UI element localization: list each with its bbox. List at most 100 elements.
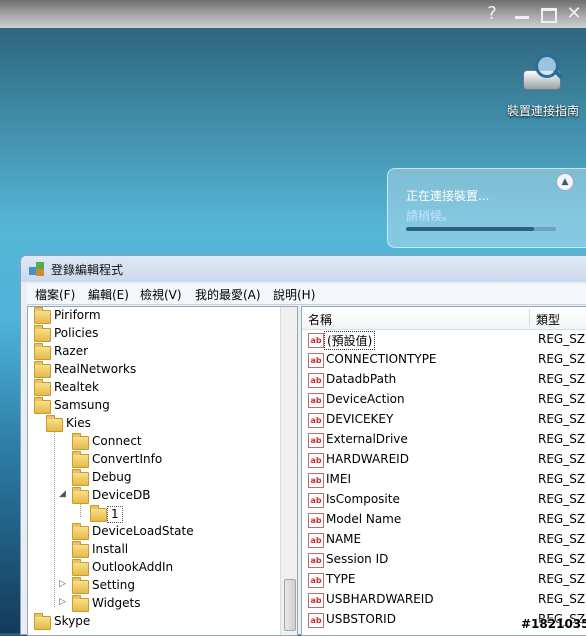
tree-item[interactable]: Kies xyxy=(28,415,278,433)
string-value-icon: ab xyxy=(308,433,324,448)
value-row[interactable]: ab HARDWAREID REG_SZ xyxy=(302,450,586,470)
value-name: DEVICEKEY xyxy=(326,412,394,426)
registry-value-list: 名稱 類型 ab (預設值) REG_SZ ab CONNECTIONTYPE REG_S… xyxy=(301,306,586,636)
folder-icon xyxy=(46,415,63,432)
tree-item-label: Debug xyxy=(92,470,132,484)
connection-status-text: 正在連接裝置... xyxy=(406,189,490,203)
minimize-icon xyxy=(515,16,529,19)
tree-item[interactable]: Skype xyxy=(28,613,278,631)
connection-notification: ▲ 正在連接裝置... 請稍候。 xyxy=(387,168,586,248)
tree-item[interactable]: ▷ Setting xyxy=(28,577,278,595)
value-row[interactable]: ab IMEI REG_SZ xyxy=(302,470,586,490)
menu-file[interactable]: 檔案(F) xyxy=(35,286,75,303)
value-type: REG_SZ xyxy=(538,352,586,366)
tree-item[interactable]: ▷ Widgets xyxy=(28,595,278,613)
eject-icon[interactable]: ▲ xyxy=(556,173,574,191)
string-value-icon: ab xyxy=(308,453,324,468)
window-title: 登錄編輯程式 xyxy=(51,263,124,277)
background-title-bar: ? ✕ xyxy=(0,0,586,28)
folder-icon xyxy=(34,379,51,396)
drive-search-icon xyxy=(523,52,563,96)
value-name: USBHARDWAREID xyxy=(326,592,434,606)
string-value-icon: ab xyxy=(308,513,324,528)
value-row[interactable]: ab Model Name REG_SZ xyxy=(302,510,586,530)
tree-item[interactable]: ◢ DeviceDB xyxy=(28,487,278,505)
tree-item[interactable]: Policies xyxy=(28,325,278,343)
folder-icon xyxy=(34,397,51,414)
device-connection-guide[interactable]: 裝置連接指南 xyxy=(500,52,586,119)
value-name: DeviceAction xyxy=(326,392,405,406)
column-header-name[interactable]: 名稱 xyxy=(308,311,332,328)
value-name: IsComposite xyxy=(326,492,400,506)
value-row[interactable]: ab Session ID REG_SZ xyxy=(302,550,586,570)
value-type: REG_SZ xyxy=(538,512,586,526)
close-button[interactable]: ✕ xyxy=(562,2,586,26)
tree-item[interactable]: Debug xyxy=(28,469,278,487)
guide-label: 裝置連接指南 xyxy=(506,104,579,118)
minimize-button[interactable] xyxy=(510,2,534,26)
expanded-arrow-icon[interactable]: ◢ xyxy=(59,489,66,499)
folder-icon xyxy=(34,325,51,342)
value-type: REG_SZ xyxy=(538,392,586,406)
tree-item-label: ConvertInfo xyxy=(92,452,163,466)
tree-item[interactable]: Piriform xyxy=(28,307,278,325)
string-value-icon: ab xyxy=(308,333,324,348)
menu-bar: 檔案(F) 編輯(E) 檢視(V) 我的最愛(A) 說明(H) xyxy=(27,284,586,305)
help-button[interactable]: ? xyxy=(480,2,504,26)
tree-item[interactable]: Realtek xyxy=(28,379,278,397)
tree-scrollbar[interactable] xyxy=(280,307,297,635)
value-row[interactable]: ab DeviceAction REG_SZ xyxy=(302,390,586,410)
value-row[interactable]: ab DatadbPath REG_SZ xyxy=(302,370,586,390)
value-name: ExternalDrive xyxy=(326,432,408,446)
column-header-type[interactable]: 類型 xyxy=(536,311,560,328)
value-type: REG_SZ xyxy=(538,412,586,426)
folder-icon xyxy=(72,487,89,504)
value-row[interactable]: ab (預設值) REG_SZ xyxy=(302,330,586,350)
menu-view[interactable]: 檢視(V) xyxy=(140,286,182,303)
wait-text: 請稍候。 xyxy=(406,209,455,223)
tree-item[interactable]: Connect xyxy=(28,433,278,451)
menu-help[interactable]: 說明(H) xyxy=(273,286,315,303)
value-name: Model Name xyxy=(326,512,402,526)
folder-icon xyxy=(72,559,89,576)
tree-item-label: Widgets xyxy=(92,596,141,610)
value-list-header: 名稱 類型 xyxy=(302,307,586,330)
string-value-icon: ab xyxy=(308,613,324,628)
tree-item[interactable]: 1 xyxy=(28,505,278,523)
menu-edit[interactable]: 編輯(E) xyxy=(88,286,129,303)
registry-key-tree: Piriform Policies Razer RealNetworks Realtek… xyxy=(27,306,298,636)
value-row[interactable]: ab CONNECTIONTYPE REG_SZ xyxy=(302,350,586,370)
value-name: HARDWAREID xyxy=(326,452,409,466)
string-value-icon: ab xyxy=(308,553,324,568)
folder-icon xyxy=(72,451,89,468)
tree-item[interactable]: DeviceLoadState xyxy=(28,523,278,541)
maximize-button[interactable] xyxy=(536,2,560,26)
value-row[interactable]: ab TYPE REG_SZ xyxy=(302,570,586,590)
regedit-title-bar[interactable]: 登錄編輯程式 xyxy=(21,256,586,282)
value-row[interactable]: ab DEVICEKEY REG_SZ xyxy=(302,410,586,430)
collapsed-arrow-icon[interactable]: ▷ xyxy=(59,597,66,607)
folder-icon xyxy=(34,361,51,378)
tree-item-label: Kies xyxy=(66,416,91,430)
value-name: NAME xyxy=(326,532,362,546)
tree-item-label: DeviceDB xyxy=(92,488,151,502)
tree-item-label: DeviceLoadState xyxy=(92,524,194,538)
tree-item[interactable]: Install xyxy=(28,541,278,559)
value-row[interactable]: ab IsComposite REG_SZ xyxy=(302,490,586,510)
folder-icon xyxy=(72,595,89,612)
tree-item[interactable]: Samsung xyxy=(28,397,278,415)
tree-item[interactable]: Razer xyxy=(28,343,278,361)
tree-item[interactable]: RealNetworks xyxy=(28,361,278,379)
value-row[interactable]: ab NAME REG_SZ xyxy=(302,530,586,550)
tree-item-label: Connect xyxy=(92,434,142,448)
tree-item-label: Policies xyxy=(54,326,99,340)
connection-progress-bar xyxy=(406,227,556,231)
watermark: #1821035 xyxy=(521,617,586,631)
menu-favorites[interactable]: 我的最愛(A) xyxy=(195,286,261,303)
tree-item[interactable]: ConvertInfo xyxy=(28,451,278,469)
tree-item[interactable]: OutlookAddIn xyxy=(28,559,278,577)
collapsed-arrow-icon[interactable]: ▷ xyxy=(59,579,66,589)
value-row[interactable]: ab USBHARDWAREID REG_SZ xyxy=(302,590,586,610)
tree-scrollbar-thumb[interactable] xyxy=(284,579,296,631)
value-row[interactable]: ab ExternalDrive REG_SZ xyxy=(302,430,586,450)
